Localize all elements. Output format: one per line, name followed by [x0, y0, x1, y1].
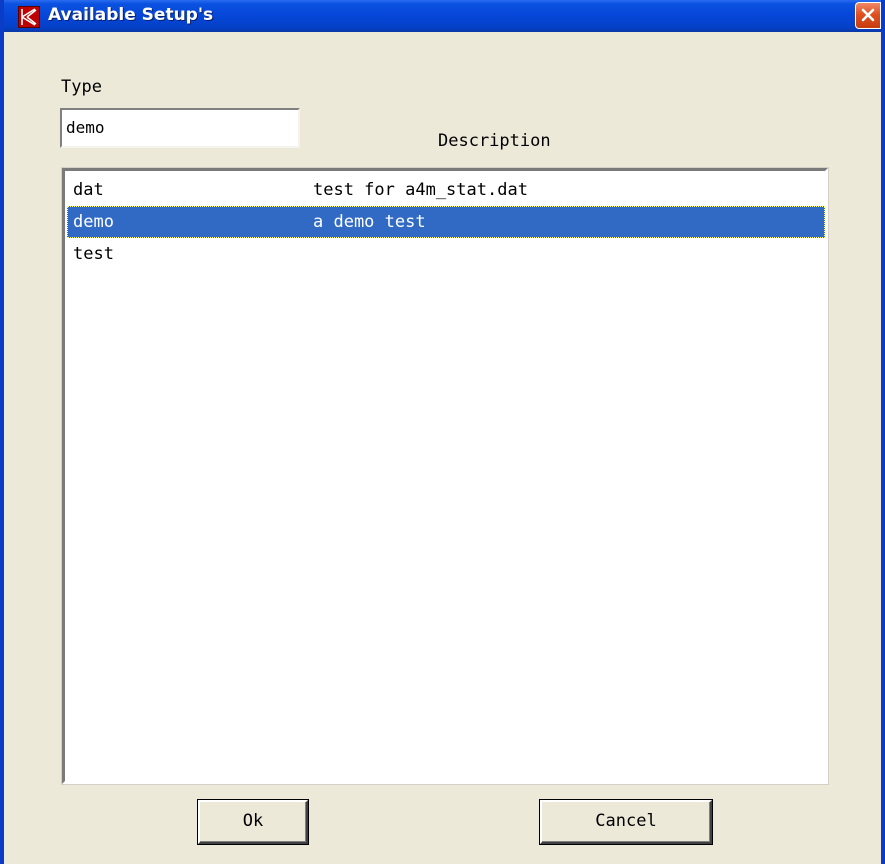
list-item[interactable]: test — [67, 238, 825, 270]
setup-description: a demo test — [313, 212, 426, 232]
list-item[interactable]: dat test for a4m_stat.dat — [67, 174, 825, 206]
close-icon — [861, 8, 875, 22]
cancel-button[interactable]: Cancel — [540, 800, 712, 844]
title-bar[interactable]: Available Setup's — [4, 0, 881, 32]
setup-type: test — [73, 244, 114, 264]
setup-type: dat — [73, 180, 104, 200]
setup-description: test for a4m_stat.dat — [313, 180, 528, 200]
type-input[interactable]: demo — [60, 108, 300, 148]
close-button[interactable] — [855, 2, 881, 29]
list-item-selected[interactable]: demo a demo test — [67, 206, 825, 238]
description-label: Description — [438, 131, 551, 151]
setup-list[interactable]: dat test for a4m_stat.dat demo a demo te… — [62, 168, 828, 784]
app-k-logo-icon[interactable] — [18, 6, 40, 28]
dialog-window: Available Setup's Type demo Description … — [0, 0, 885, 864]
setup-type: demo — [73, 212, 114, 232]
window-title: Available Setup's — [48, 5, 214, 25]
type-label: Type — [61, 77, 102, 97]
ok-button[interactable]: Ok — [198, 800, 308, 844]
